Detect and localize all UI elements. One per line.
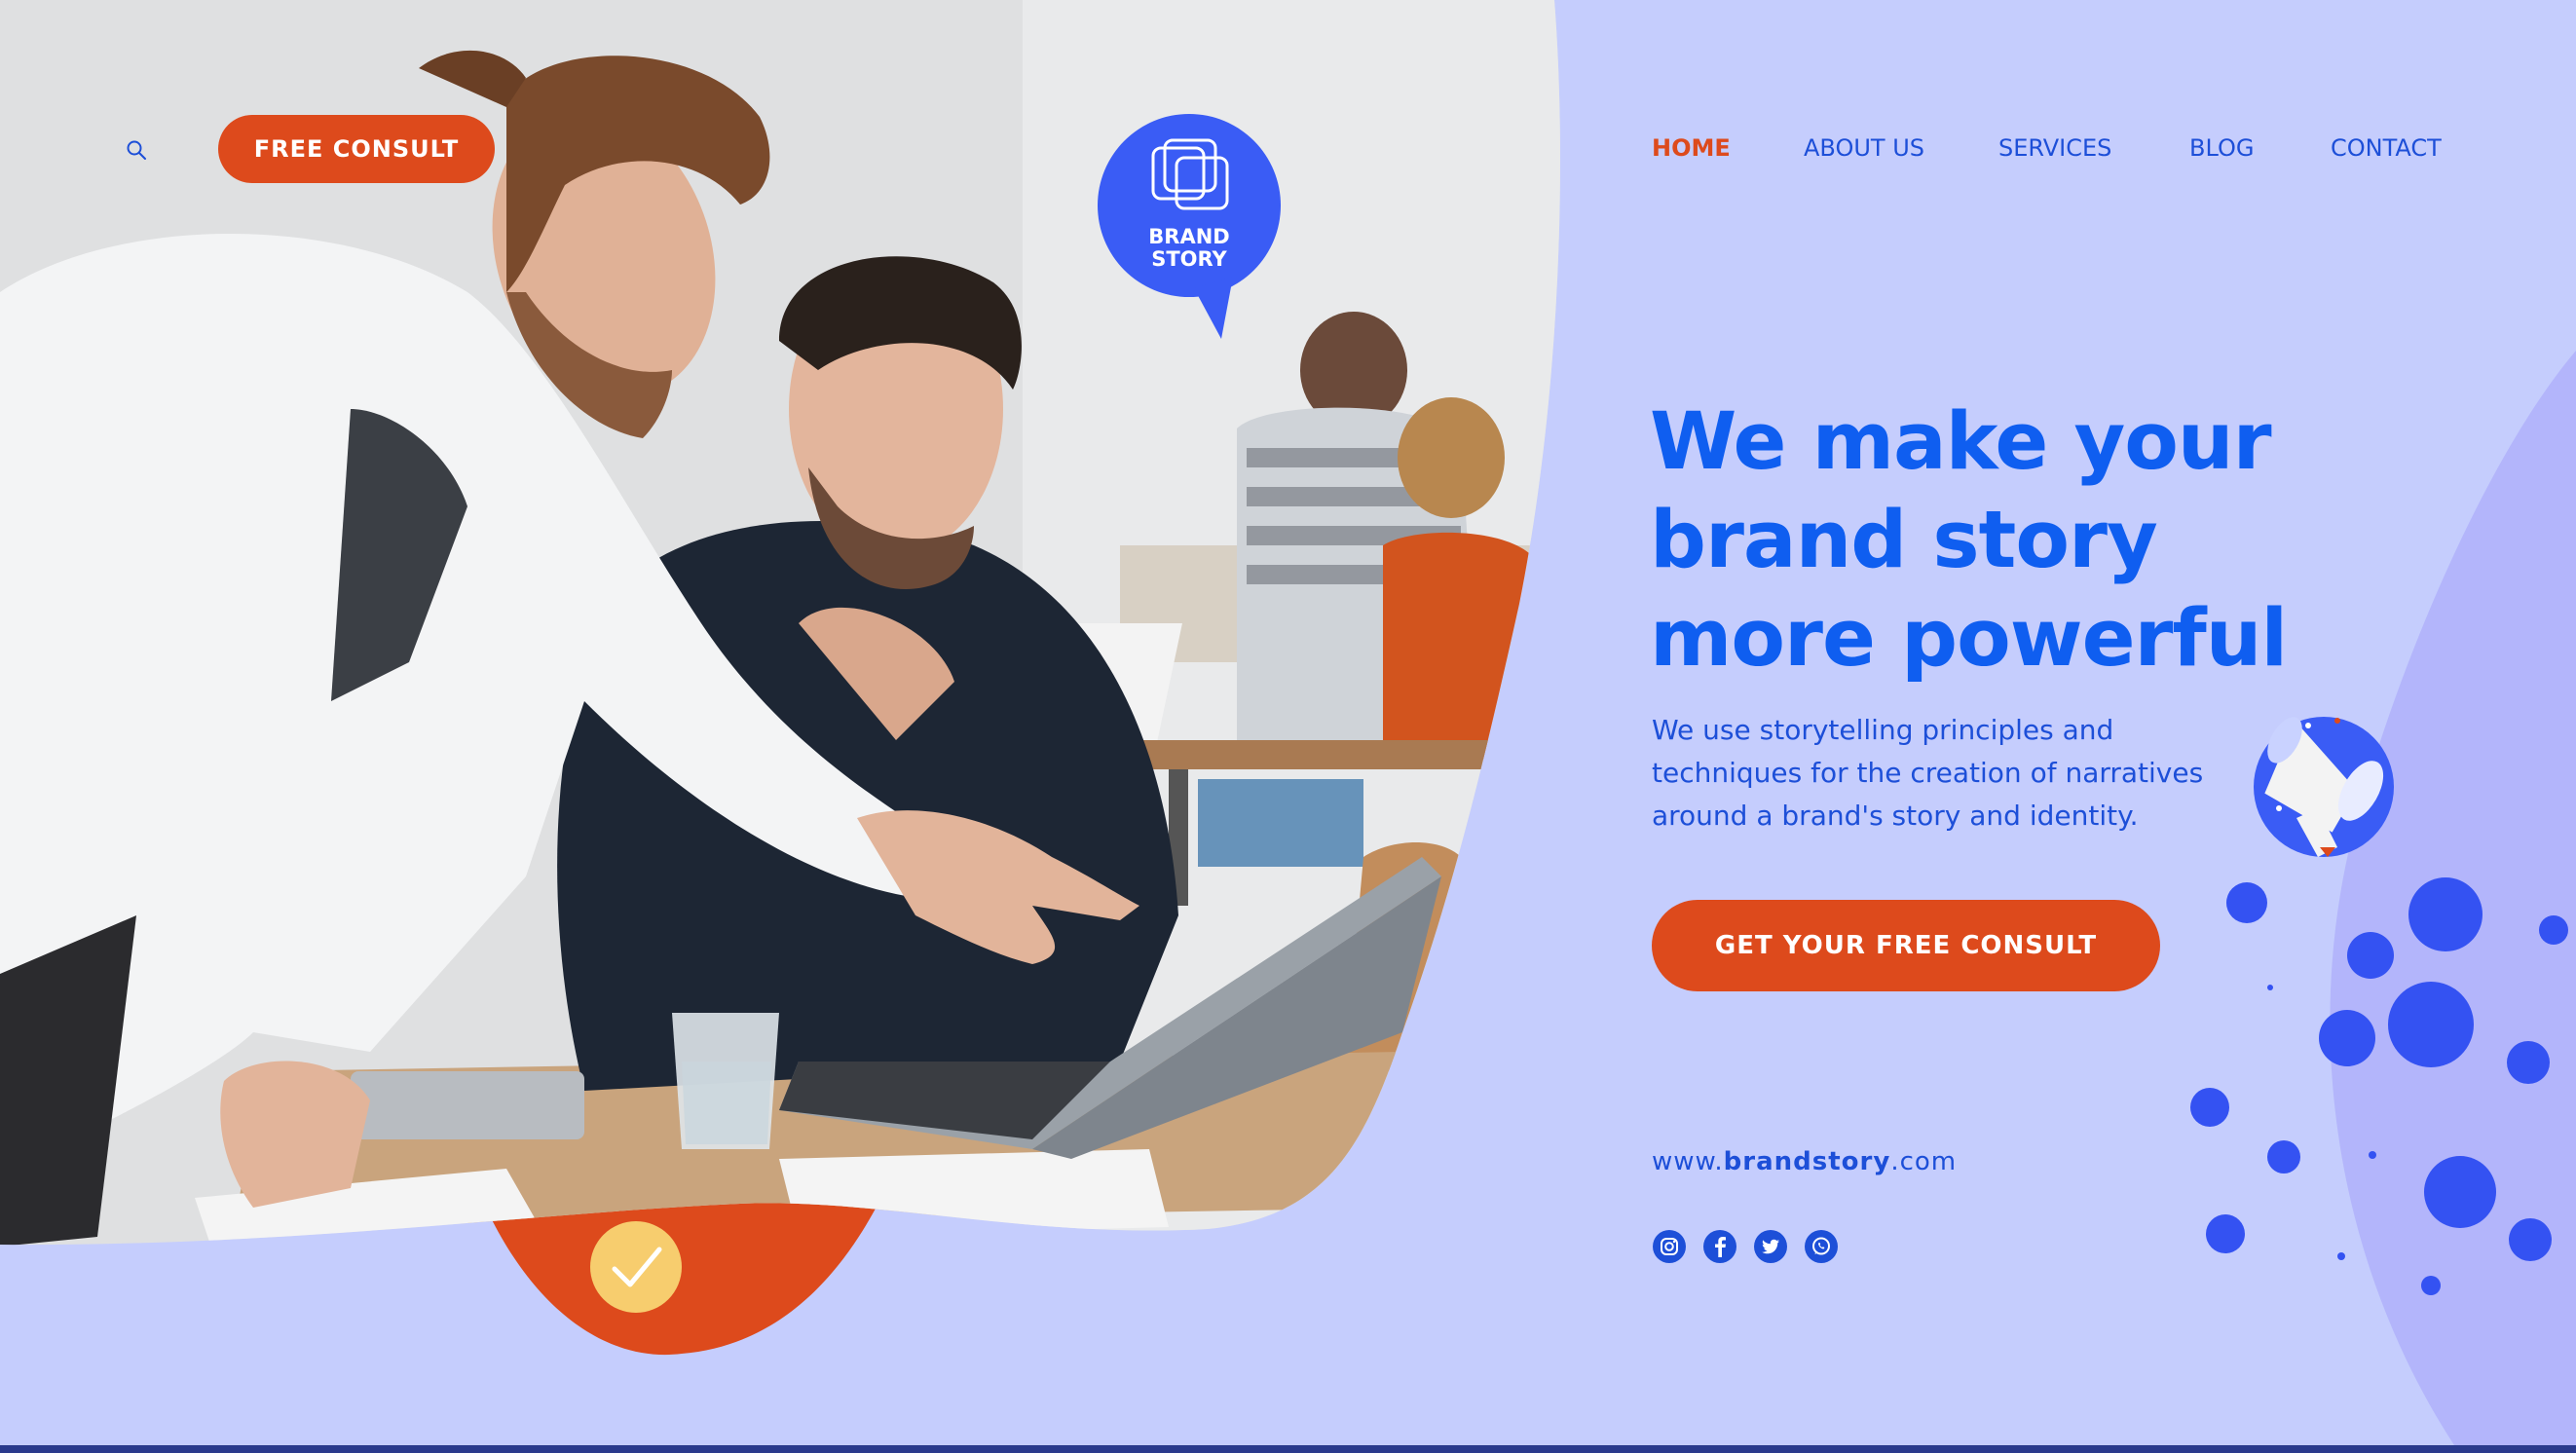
hero-desc-line1: We use storytelling principles and	[1652, 714, 2114, 746]
check-icon	[590, 1221, 682, 1313]
nav-item-about-us[interactable]: ABOUT US	[1804, 134, 1924, 162]
hero-title-line1: We make your	[1650, 396, 2272, 488]
hero-photo	[0, 0, 1560, 1356]
website-domain: brandstory	[1723, 1147, 1891, 1176]
nav-item-services[interactable]: SERVICES	[1998, 134, 2111, 162]
hero-title: We make your brand story more powerful	[1650, 393, 2351, 689]
brand-badge-line2: STORY	[1151, 247, 1227, 271]
brand-badge-line1: BRAND	[1148, 225, 1230, 248]
get-free-consult-button[interactable]: GET YOUR FREE CONSULT	[1652, 900, 2160, 991]
whatsapp-icon[interactable]	[1804, 1229, 1839, 1264]
hero-title-line2: brand story	[1650, 495, 2158, 586]
instagram-icon[interactable]	[1652, 1229, 1687, 1264]
website-suffix: .com	[1890, 1147, 1958, 1176]
nav-item-home[interactable]: HOME	[1652, 134, 1731, 162]
twitter-icon[interactable]	[1753, 1229, 1788, 1264]
website-prefix: www.	[1652, 1147, 1724, 1176]
hero-desc-line3: around a brand's story and identity.	[1652, 800, 2139, 832]
nav-item-contact[interactable]: CONTACT	[2331, 134, 2442, 162]
brand-story-logo[interactable]: BRAND STORY	[1097, 113, 1282, 343]
search-icon[interactable]	[125, 138, 148, 162]
hero-desc-line2: techniques for the creation of narrative…	[1652, 757, 2204, 789]
hero-title-line3: more powerful	[1650, 593, 2288, 685]
facebook-icon[interactable]	[1702, 1229, 1737, 1264]
website-link[interactable]: www.brandstory.com	[1652, 1147, 1957, 1176]
nav-item-blog[interactable]: BLOG	[2189, 134, 2254, 162]
free-consult-button[interactable]: FREE CONSULT	[218, 115, 495, 183]
bottom-bar	[0, 1445, 2576, 1453]
hero-description: We use storytelling principles and techn…	[1652, 709, 2256, 838]
